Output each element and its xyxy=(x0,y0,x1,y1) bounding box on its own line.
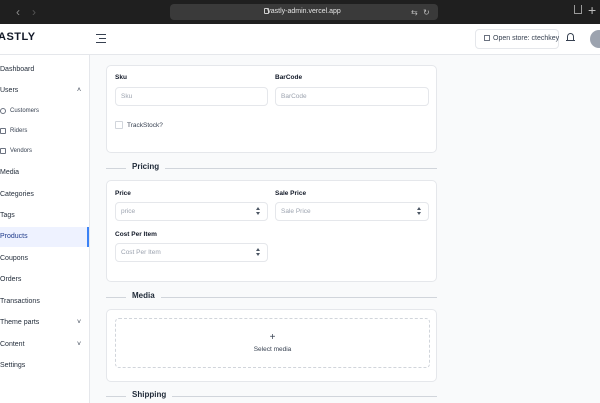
external-link-icon xyxy=(484,35,490,41)
customers-icon xyxy=(0,108,6,114)
sidebar-item-coupons[interactable]: Coupons xyxy=(0,249,89,269)
shipping-section-header: Shipping xyxy=(106,390,437,402)
sidebar-item-label: Tags xyxy=(0,212,15,219)
price-placeholder: price xyxy=(121,208,136,215)
shipping-title: Shipping xyxy=(126,390,173,399)
share-icon[interactable] xyxy=(574,5,582,14)
sidebar-item-label: Categories xyxy=(0,191,34,198)
sidebar-item-label: Dashboard xyxy=(0,66,35,73)
vendors-icon xyxy=(0,148,6,154)
pricing-card: Price price Sale Price Sale Price Cost P… xyxy=(106,180,437,282)
barcode-label: BarCode xyxy=(275,74,303,81)
sidebar: Dashboard Users ˄ Customers Riders Vendor… xyxy=(0,55,90,403)
media-dropzone[interactable]: + Select media xyxy=(115,318,430,368)
translate-icon[interactable]: ⇆ xyxy=(411,8,418,17)
select-media-label: Select media xyxy=(253,346,292,353)
media-title: Media xyxy=(126,291,161,300)
chevron-down-icon: ˅ xyxy=(77,319,82,326)
cost-per-item-input[interactable]: Cost Per Item xyxy=(115,243,268,262)
sku-label: Sku xyxy=(115,74,127,81)
sidebar-item-label: Products xyxy=(0,233,28,240)
sidebar-item-label: Theme parts xyxy=(0,319,40,326)
sidebar-item-media[interactable]: Media xyxy=(0,163,89,183)
browser-forward-button[interactable]: › xyxy=(32,5,36,19)
menu-toggle-icon[interactable] xyxy=(96,34,106,43)
browser-back-button[interactable]: ‹ xyxy=(16,5,20,19)
riders-icon xyxy=(0,128,6,134)
sku-input[interactable]: Sku xyxy=(115,87,268,106)
address-bar[interactable]: vastly-admin.vercel.app ⇆ ↻ xyxy=(170,4,438,20)
sidebar-item-label: Transactions xyxy=(0,298,40,305)
cost-per-item-label: Cost Per Item xyxy=(115,231,157,238)
stepper-icon[interactable] xyxy=(417,207,422,216)
sidebar-item-riders[interactable]: Riders xyxy=(0,121,89,141)
stepper-icon[interactable] xyxy=(256,248,261,257)
app-header: ASTLY Open store: ctechkey xyxy=(0,24,600,55)
browser-chrome: ‹ › vastly-admin.vercel.app ⇆ ↻ + xyxy=(0,0,600,24)
new-tab-icon[interactable]: + xyxy=(588,2,596,18)
reload-icon[interactable]: ↻ xyxy=(423,8,430,17)
avatar[interactable] xyxy=(590,30,600,48)
sidebar-item-dashboard[interactable]: Dashboard xyxy=(0,60,89,80)
sidebar-item-label: Orders xyxy=(0,276,22,283)
chevron-up-icon: ˄ xyxy=(77,87,82,94)
sidebar-item-label: Customers xyxy=(10,108,40,114)
sidebar-item-label: Riders xyxy=(10,128,28,134)
bell-icon[interactable] xyxy=(566,33,575,43)
media-card: + Select media xyxy=(106,309,437,382)
barcode-input[interactable]: BarCode xyxy=(275,87,429,106)
logo: ASTLY xyxy=(0,31,36,43)
sidebar-item-label: Content xyxy=(0,341,25,348)
open-store-button[interactable]: Open store: ctechkey xyxy=(475,29,559,49)
sidebar-item-settings[interactable]: Settings xyxy=(0,356,89,376)
sidebar-item-users[interactable]: Users ˄ xyxy=(0,81,89,101)
pricing-title: Pricing xyxy=(126,162,166,171)
track-stock-label: TrackStock? xyxy=(127,122,163,129)
sidebar-item-label: Coupons xyxy=(0,255,29,262)
sale-price-placeholder: Sale Price xyxy=(281,208,311,215)
sidebar-item-products[interactable]: Products xyxy=(0,227,89,247)
sidebar-item-theme-parts[interactable]: Theme parts ˅ xyxy=(0,313,89,333)
stepper-icon[interactable] xyxy=(256,207,261,216)
sidebar-item-label: Settings xyxy=(0,362,26,369)
sidebar-item-orders[interactable]: Orders xyxy=(0,270,89,290)
sidebar-item-label: Media xyxy=(0,169,20,176)
pricing-section-header: Pricing xyxy=(106,162,437,174)
sale-price-label: Sale Price xyxy=(275,190,307,197)
sidebar-item-content[interactable]: Content ˅ xyxy=(0,335,89,355)
sidebar-item-vendors[interactable]: Vendors xyxy=(0,141,89,161)
plus-icon: + xyxy=(269,332,276,343)
address-url: vastly-admin.vercel.app xyxy=(267,8,341,15)
sale-price-input[interactable]: Sale Price xyxy=(275,202,429,221)
media-section-header: Media xyxy=(106,291,437,303)
open-store-label: Open store: ctechkey xyxy=(493,35,560,42)
inventory-card: Sku Sku BarCode BarCode TrackStock? xyxy=(106,65,437,153)
price-input[interactable]: price xyxy=(115,202,268,221)
main-content: Sku Sku BarCode BarCode TrackStock? Pric… xyxy=(90,55,600,403)
sidebar-item-label: Vendors xyxy=(10,148,33,154)
cost-per-item-placeholder: Cost Per Item xyxy=(121,249,161,256)
track-stock-checkbox[interactable] xyxy=(115,121,123,129)
sidebar-item-label: Users xyxy=(0,87,19,94)
sidebar-item-categories[interactable]: Categories xyxy=(0,185,89,205)
sidebar-item-tags[interactable]: Tags xyxy=(0,206,89,226)
sidebar-item-customers[interactable]: Customers xyxy=(0,101,89,121)
sidebar-item-transactions[interactable]: Transactions xyxy=(0,292,89,312)
chevron-down-icon: ˅ xyxy=(77,341,82,348)
price-label: Price xyxy=(115,190,131,197)
